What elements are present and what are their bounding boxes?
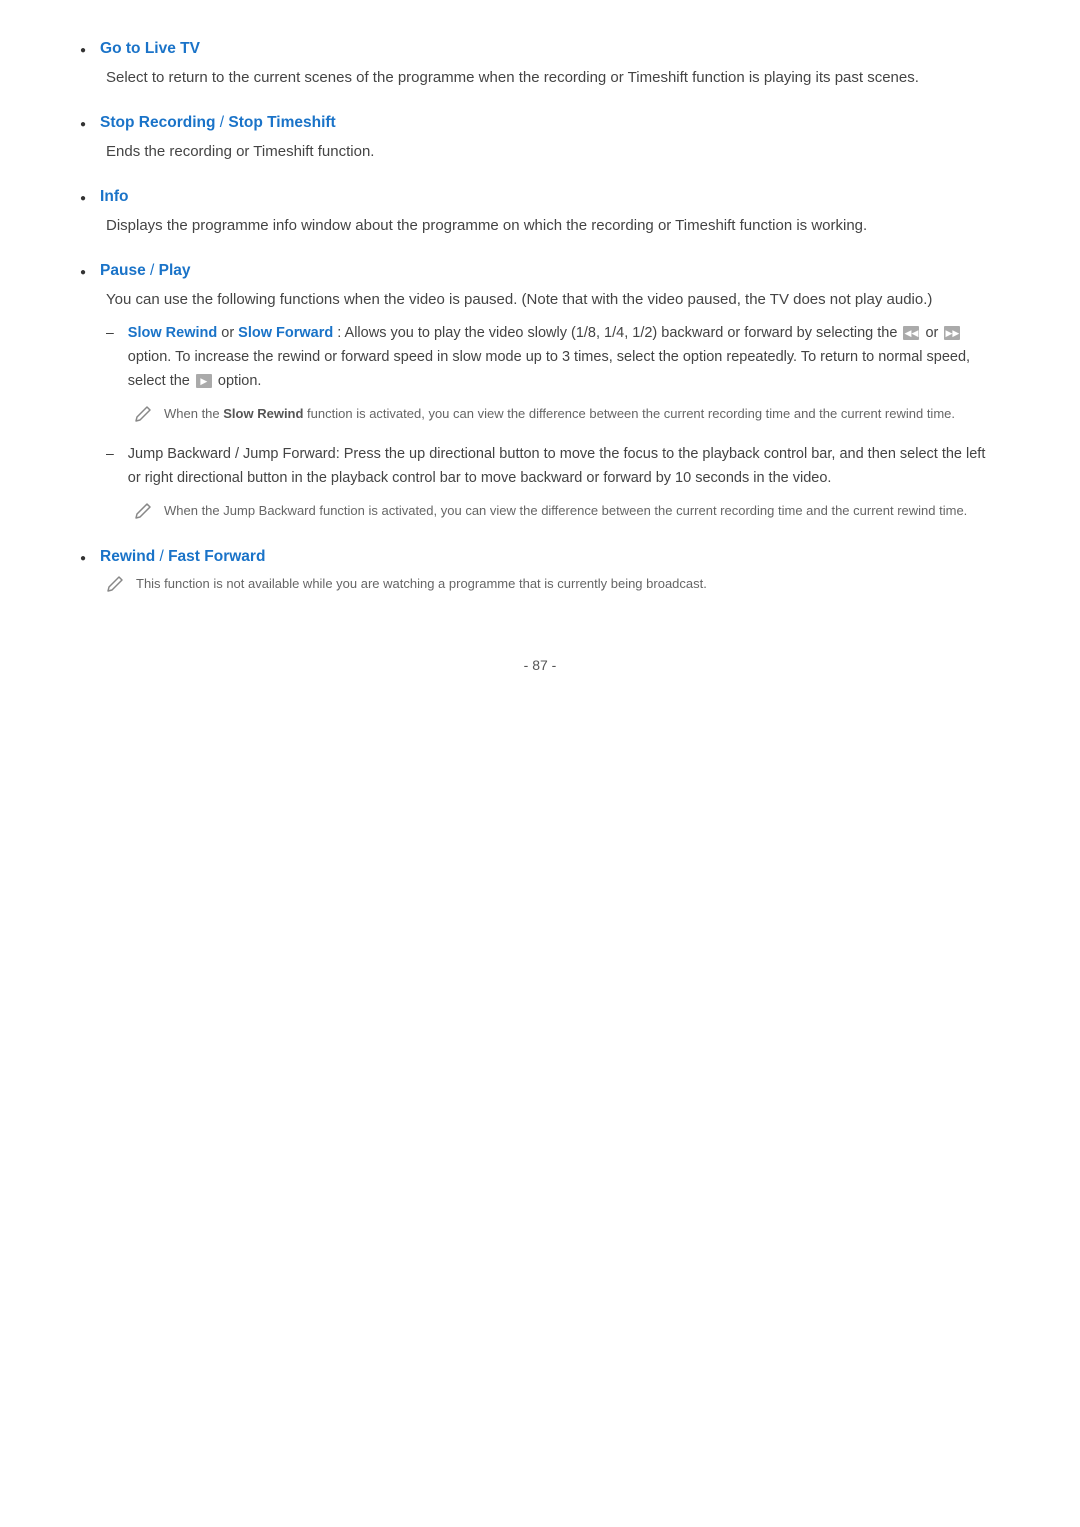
note-rewind-fast-forward: This function is not available while you… — [106, 574, 1000, 597]
pencil-icon — [134, 405, 152, 427]
fast-forward-icon: ▶▶ — [944, 326, 960, 340]
bullet-dot: ● — [80, 553, 86, 564]
page-content: ● Go to Live TV Select to return to the … — [80, 40, 1000, 673]
note-text-jump: When the Jump Backward function is activ… — [164, 501, 967, 521]
note-jump-backward: When the Jump Backward function is activ… — [134, 501, 1000, 524]
item-body-pause-play: You can use the following functions when… — [106, 288, 1000, 312]
note-text-slow-rewind: When the Slow Rewind function is activat… — [164, 404, 955, 424]
bullet-dot: ● — [80, 193, 86, 204]
slow-forward-link: Slow Forward — [238, 325, 333, 341]
sub-body-slow-rewind: Slow Rewind or Slow Forward : Allows you… — [128, 322, 1000, 394]
list-item-info: ● Info Displays the programme info windo… — [80, 188, 1000, 238]
list-item-stop-recording: ● Stop Recording / Stop Timeshift Ends t… — [80, 114, 1000, 164]
note-text-rewind: This function is not available while you… — [136, 574, 707, 594]
pencil-icon — [134, 502, 152, 524]
rewind-icon: ◀◀ — [903, 326, 919, 340]
sub-item-jump: – Jump Backward / Jump Forward: Press th… — [106, 443, 1000, 524]
item-title-go-to-live-tv: Go to Live TV — [100, 40, 200, 58]
item-title-info: Info — [100, 188, 128, 206]
sub-dash: – — [106, 324, 114, 340]
item-body-info: Displays the programme info window about… — [106, 214, 1000, 238]
item-title-pause-play: Pause / Play — [100, 262, 190, 280]
slow-rewind-link: Slow Rewind — [128, 325, 217, 341]
sub-item-slow-rewind: – Slow Rewind or Slow Forward : Allows y… — [106, 322, 1000, 427]
list-item-pause-play: ● Pause / Play You can use the following… — [80, 262, 1000, 524]
item-title-stop-recording: Stop Recording / Stop Timeshift — [100, 114, 336, 132]
play-icon: ▶ — [196, 374, 212, 388]
sub-dash: – — [106, 445, 114, 461]
bullet-dot: ● — [80, 45, 86, 56]
list-item-rewind-fast-forward: ● Rewind / Fast Forward This function is… — [80, 548, 1000, 597]
sub-body-jump: Jump Backward / Jump Forward: Press the … — [128, 443, 1000, 491]
item-body-stop-recording: Ends the recording or Timeshift function… — [106, 140, 1000, 164]
list-item-go-to-live-tv: ● Go to Live TV Select to return to the … — [80, 40, 1000, 90]
item-body-go-to-live-tv: Select to return to the current scenes o… — [106, 66, 1000, 90]
note-slow-rewind: When the Slow Rewind function is activat… — [134, 404, 1000, 427]
item-title-rewind-fast-forward: Rewind / Fast Forward — [100, 548, 265, 566]
page-footer: - 87 - — [80, 657, 1000, 673]
pencil-icon — [106, 575, 124, 597]
bullet-dot: ● — [80, 119, 86, 130]
bullet-dot: ● — [80, 267, 86, 278]
